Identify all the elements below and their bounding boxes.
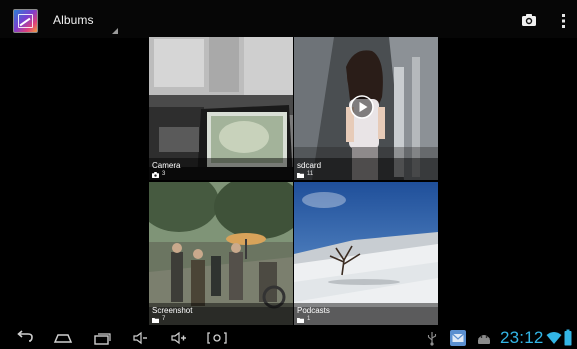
gallery-app-icon[interactable] <box>13 9 38 33</box>
action-bar: Albums <box>0 0 577 38</box>
screenshot-button[interactable] <box>206 329 228 347</box>
system-bar: 23:12 <box>0 327 577 349</box>
album-meta: 1 <box>297 316 310 323</box>
album-view-spinner[interactable]: Albums <box>44 8 118 34</box>
album-count: 11 <box>307 171 314 177</box>
volume-down-icon <box>133 331 147 345</box>
android-debug-icon <box>478 335 490 344</box>
spinner-indicator-icon <box>112 28 118 34</box>
usb-icon <box>427 332 437 346</box>
volume-up-icon <box>171 331 186 345</box>
folder-icon <box>297 317 304 323</box>
status-clock: 23:12 <box>500 328 544 347</box>
album-grid: Camera 3 sdcard 11 Screenshot 7 Podcasts… <box>149 37 438 325</box>
recent-apps-icon <box>94 333 111 345</box>
volume-down-button[interactable] <box>132 329 150 347</box>
overflow-menu-icon <box>562 14 565 28</box>
home-icon <box>53 334 73 343</box>
album-name: Podcasts <box>297 306 330 315</box>
album-count: 3 <box>162 171 166 177</box>
album-name: Camera <box>152 161 181 170</box>
album-meta: 7 <box>152 316 165 323</box>
album-meta: 11 <box>297 171 313 178</box>
recent-apps-button[interactable] <box>92 329 112 347</box>
album-tile-sdcard[interactable]: sdcard 11 <box>294 37 438 180</box>
album-meta: 3 <box>152 171 165 178</box>
play-icon <box>350 95 374 119</box>
video-play-button[interactable] <box>350 95 374 119</box>
back-button[interactable] <box>15 329 35 347</box>
album-tile-camera[interactable]: Camera 3 <box>149 37 293 180</box>
camera-button[interactable] <box>519 10 539 30</box>
battery-icon <box>564 329 572 346</box>
screenshot-icon <box>207 332 227 344</box>
volume-up-button[interactable] <box>170 329 188 347</box>
album-tile-podcasts[interactable]: Podcasts 1 <box>294 182 438 325</box>
mail-notification-icon[interactable] <box>449 329 467 347</box>
album-tile-screenshot[interactable]: Screenshot 7 <box>149 182 293 325</box>
album-count: 1 <box>307 316 311 322</box>
home-button[interactable] <box>52 329 74 347</box>
camera-icon <box>522 14 536 26</box>
camera-small-icon <box>152 171 159 178</box>
folder-icon <box>297 172 304 178</box>
album-name: Screenshot <box>152 306 193 315</box>
back-icon <box>17 330 33 342</box>
overflow-menu-button[interactable] <box>555 11 571 31</box>
folder-icon <box>152 317 159 323</box>
page-title: Albums <box>53 13 94 27</box>
album-count: 7 <box>162 316 166 322</box>
wifi-icon <box>546 332 562 344</box>
album-name: sdcard <box>297 161 322 170</box>
gallery-screen: Albums Camera 3 sdcard 11 Screenshot 7 P… <box>0 0 577 349</box>
